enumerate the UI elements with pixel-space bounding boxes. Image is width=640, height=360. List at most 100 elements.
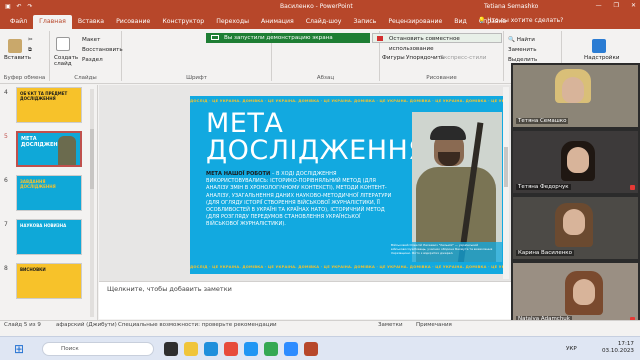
thumbnail-title: ОБ'ЄКТ ТА ПРЕДМЕТ ДОСЛІДЖЕННЯ — [20, 91, 68, 101]
slide-thumbnail-selected[interactable]: МЕТА ДОСЛІДЖЕННЯ — [16, 131, 82, 167]
keyboard-language[interactable]: УКР — [566, 346, 577, 352]
participant-face — [563, 209, 585, 235]
slide-title[interactable]: МЕТА ДОСЛІДЖЕННЯ — [206, 110, 428, 164]
slide-counter: Слайд 5 из 9 — [4, 322, 41, 328]
system-clock[interactable]: 17:17 03.10.2023 — [602, 341, 634, 355]
clock-time: 17:17 — [617, 341, 634, 347]
slide-thumbnail[interactable]: НАУКОВА НОВИЗНА — [16, 219, 82, 255]
tab-animations[interactable]: Анимация — [255, 15, 300, 29]
arrange-button[interactable]: Упорядочить — [406, 55, 444, 61]
language-indicator[interactable]: афарский (Джибути) — [56, 322, 117, 328]
tab-record[interactable]: Запись — [347, 15, 382, 29]
windows-start-icon[interactable]: ⊞ — [12, 342, 26, 356]
accessibility-checker[interactable]: Специальные возможности: проверьте реком… — [118, 322, 277, 328]
soldier-cap — [430, 126, 466, 140]
tab-file[interactable]: Файл — [4, 15, 33, 29]
soldier-photo[interactable] — [412, 112, 502, 262]
store-icon[interactable] — [224, 342, 238, 356]
participant-tile[interactable]: Тетяна Семашко — [513, 65, 638, 127]
stop-icon — [377, 36, 383, 41]
minimize-button[interactable]: — — [596, 2, 602, 9]
photo-caption[interactable]: Військовий Олексій Ласкевич "Хельміх" — … — [390, 242, 508, 264]
status-bar: Слайд 5 из 9 афарский (Джибути) Специаль… — [0, 320, 640, 329]
thumbnail-row[interactable]: 6 ЗАВДАННЯ ДОСЛІДЖЕННЯ — [0, 175, 98, 215]
shapes-button[interactable]: Фигуры — [382, 55, 405, 61]
thumbnail-row[interactable]: 4 ОБ'ЄКТ ТА ПРЕДМЕТ ДОСЛІДЖЕННЯ — [0, 87, 98, 127]
scrollbar-thumb[interactable] — [90, 129, 94, 189]
tab-view[interactable]: Вид — [448, 15, 473, 29]
zoom-icon[interactable] — [284, 342, 298, 356]
maximize-button[interactable]: ❐ — [614, 2, 619, 9]
tab-review[interactable]: Рецензирование — [382, 15, 448, 29]
tab-transitions[interactable]: Переходы — [210, 15, 255, 29]
taskbar-search[interactable]: Поиск — [42, 342, 154, 356]
scrollbar-thumb[interactable] — [504, 147, 508, 187]
thumbnail-row[interactable]: 5 МЕТА ДОСЛІДЖЕННЯ — [0, 131, 98, 171]
participant-name: Тетяна Семашко — [516, 118, 569, 124]
screen-share-text: Вы запустили демонстрацию экрана — [224, 35, 333, 41]
save-icon[interactable]: ▣ — [4, 3, 12, 10]
tab-draw[interactable]: Рисование — [110, 15, 156, 29]
replace-button[interactable]: Заменить — [508, 47, 537, 53]
participant-tile[interactable]: Карина Василенко — [513, 197, 638, 259]
tab-home[interactable]: Главная — [33, 15, 72, 29]
screen-share-icon — [211, 35, 219, 40]
redo-icon[interactable]: ↷ — [26, 3, 34, 10]
task-view-icon[interactable] — [164, 342, 178, 356]
notes-pane[interactable]: Щелкните, чтобы добавить заметки — [99, 281, 511, 319]
participant-tile[interactable]: Natalya Adamchuk — [513, 263, 638, 325]
thumbnail-row[interactable]: 7 НАУКОВА НОВИЗНА — [0, 219, 98, 259]
cut-icon[interactable]: ✂ — [28, 37, 33, 43]
thumbnail-title: НАУКОВА НОВИЗНА — [20, 223, 67, 228]
tab-insert[interactable]: Вставка — [72, 15, 110, 29]
new-slide-icon[interactable] — [56, 37, 70, 51]
paste-icon[interactable] — [8, 39, 22, 53]
slide-thumbnail[interactable]: ЗАВДАННЯ ДОСЛІДЖЕННЯ — [16, 175, 82, 211]
notes-toggle[interactable]: Заметки — [378, 322, 403, 328]
create-slide-button[interactable]: Создать слайд — [54, 55, 78, 67]
section-button[interactable]: Раздел — [82, 57, 103, 63]
file-explorer-icon[interactable] — [184, 342, 198, 356]
participant-name: Карина Василенко — [516, 250, 574, 256]
current-slide[interactable]: ДОСЛІД · ЦЕ УКРАЇНА. ДОМІВКА · ЦЕ УКРАЇН… — [190, 96, 508, 274]
slide-thumbnail[interactable]: ОБ'ЄКТ ТА ПРЕДМЕТ ДОСЛІДЖЕННЯ — [16, 87, 82, 123]
participant-tile[interactable]: Тетяна Федорчук — [513, 131, 638, 193]
user-name[interactable]: Tetiana Semashko — [484, 3, 538, 10]
paste-button[interactable]: Вставить — [4, 55, 31, 61]
copy-icon[interactable]: ⧉ — [28, 47, 32, 54]
close-button[interactable]: ✕ — [631, 2, 636, 9]
mail-icon[interactable] — [244, 342, 258, 356]
tab-design[interactable]: Конструктор — [156, 15, 210, 29]
windows-taskbar: ⊞ Поиск УКР 17:17 03.10.2023 — [0, 336, 640, 360]
reset-button[interactable]: Восстановить — [82, 47, 123, 53]
soldier-image — [58, 136, 76, 165]
video-call-panel: Тетяна Семашко Тетяна Федорчук Карина Ва… — [511, 63, 640, 326]
clipboard-group: Вставить ✂ ⧉ Буфер обмена — [0, 31, 50, 81]
edge-icon[interactable] — [204, 342, 218, 356]
font-label: Шрифт — [186, 75, 207, 81]
title-bar: ▣ ↶ ↷ Василенко - PowerPoint Tetiana Sem… — [0, 0, 640, 13]
slide-body-text[interactable]: МЕТА НАШОЇ РОБОТИ – В ХОДІ ДОСЛІДЖЕННЯ В… — [206, 171, 394, 229]
comments-toggle[interactable]: Примечания — [416, 322, 452, 328]
layout-button[interactable]: Макет — [82, 37, 100, 43]
powerpoint-icon[interactable] — [304, 342, 318, 356]
slide-scrollbar[interactable] — [503, 87, 509, 279]
slides-group: Создать слайд Макет Восстановить Раздел … — [50, 31, 123, 81]
stop-sharing-button[interactable]: Остановить совместное использование — [372, 33, 502, 52]
find-button[interactable]: 🔍 Найти — [508, 37, 535, 43]
undo-icon[interactable]: ↶ — [15, 3, 23, 10]
slide-thumbnail[interactable]: ВИСНОВКИ — [16, 263, 82, 299]
addins-icon[interactable] — [592, 39, 606, 53]
tab-slideshow[interactable]: Слайд-шоу — [300, 15, 348, 29]
tell-me-search[interactable]: 💡 Что вы хотите сделать? — [478, 17, 563, 24]
thumbnail-title: ЗАВДАННЯ ДОСЛІДЖЕННЯ — [20, 179, 56, 189]
quick-styles-button[interactable]: Экспресс-стили — [440, 55, 486, 61]
chrome-icon[interactable] — [264, 342, 278, 356]
thumbnail-row[interactable]: 8 ВИСНОВКИ — [0, 263, 98, 303]
document-title: Василенко - PowerPoint — [280, 3, 353, 10]
addins-button[interactable]: Надстройки — [584, 55, 619, 61]
thumbnail-scrollbar[interactable] — [90, 89, 94, 317]
slide-number: 8 — [4, 265, 8, 272]
clock-date: 03.10.2023 — [601, 348, 634, 354]
slide-title-line2: ДОСЛІДЖЕННЯ — [206, 135, 428, 166]
